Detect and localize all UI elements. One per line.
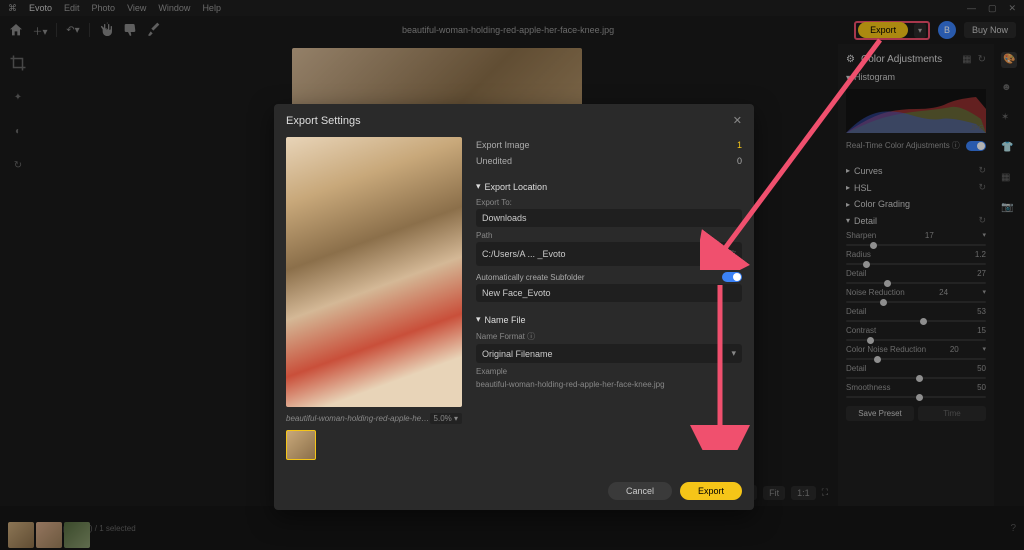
export-location-label: Export Location [485,182,548,192]
example-text: beautiful-woman-holding-red-apple-her-fa… [476,378,742,390]
path-label: Path [476,227,742,242]
example-label: Example [476,363,742,378]
name-format-label: Name Format [476,332,525,341]
export-image-label: Export Image [476,140,530,150]
close-icon[interactable]: ✕ [733,114,742,127]
name-format-select[interactable]: Original Filename▾ [476,344,742,363]
auto-subfolder-label: Automatically create Subfolder [476,273,585,282]
chevron-down-icon[interactable]: ▾ [476,181,481,192]
export-to-field[interactable]: Downloads [476,209,742,227]
cancel-button[interactable]: Cancel [608,482,672,500]
modal-preview: beautiful-woman-holding-red-apple-her-fa… [286,137,462,460]
preview-caption: beautiful-woman-holding-red-apple-her-fa… [286,414,430,423]
name-file-label: Name File [485,315,526,325]
path-field[interactable]: C:/Users/A ... _Evoto🗁 [476,242,742,266]
subfolder-field[interactable]: New Face_Evoto [476,284,742,302]
mini-thumbnail[interactable] [286,430,316,460]
export-settings-modal: Export Settings ✕ beautiful-woman-holdin… [274,104,754,510]
preview-image [286,137,462,407]
chevron-down-icon[interactable]: ▾ [476,314,481,325]
export-image-count: 1 [737,140,742,150]
browse-folder-icon[interactable]: 🗁 [725,246,736,262]
unedited-label: Unedited [476,156,512,166]
preview-zoom[interactable]: 5.0% ▾ [430,413,462,424]
modal-title: Export Settings [286,115,361,127]
unedited-count: 0 [737,156,742,166]
export-to-label: Export To: [476,194,742,209]
export-confirm-button[interactable]: Export [680,482,742,500]
chevron-down-icon: ▾ [731,348,736,359]
info-icon[interactable]: ⓘ [527,332,535,341]
auto-subfolder-toggle[interactable] [722,272,742,282]
